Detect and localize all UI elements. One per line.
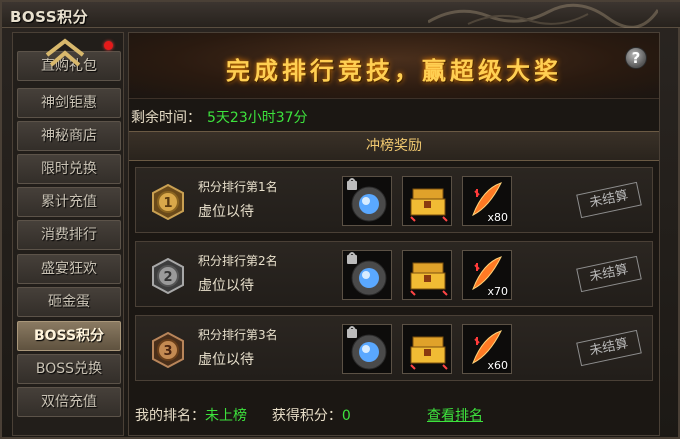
reward-section-header: 冲榜奖励: [129, 131, 659, 161]
reward-slot-feather[interactable]: x60: [462, 324, 512, 374]
sidebar: 直购礼包 神剑钜惠 神秘商店 限时兑换 累计充值 消费排行 盛宴狂欢 砸金蛋 B…: [12, 32, 124, 436]
medal-number: 2: [163, 270, 172, 285]
window-title: BOSS积分: [10, 8, 89, 26]
unsettled-stamp: 未结算: [576, 255, 642, 293]
sidebar-item-feast-carnival[interactable]: 盛宴狂欢: [17, 254, 121, 284]
sidebar-item-mystery-shop[interactable]: 神秘商店: [17, 121, 121, 151]
sidebar-item-label: 消费排行: [41, 227, 97, 243]
gold-medal-icon: 1: [152, 184, 184, 220]
main-panel: 完成排行竞技，赢超级大奖 ? 剩余时间： 5天23小时37分 冲榜奖励 1 积分排…: [128, 32, 660, 436]
my-rank-value: 未上榜: [205, 408, 247, 424]
points-label: 获得积分：: [271, 408, 342, 424]
reward-slot-feather[interactable]: x80: [462, 176, 512, 226]
reward-quantity: x80: [487, 211, 508, 224]
sidebar-item-label: 盛宴狂欢: [41, 261, 97, 277]
medal-number: 3: [163, 344, 172, 359]
locked-blue-orb-icon: [347, 178, 387, 222]
reward-slot-chest[interactable]: [402, 250, 452, 300]
sidebar-item-double-recharge[interactable]: 双倍充值: [17, 387, 121, 417]
gold-chest-icon: [410, 188, 448, 222]
sidebar-item-label: 神秘商店: [41, 128, 97, 144]
medal-number: 1: [163, 196, 172, 211]
rank-label: 积分排行第2名: [198, 254, 278, 268]
rank-label: 积分排行第3名: [198, 328, 278, 342]
view-rank-link[interactable]: 查看排名: [427, 405, 483, 425]
unsettled-stamp: 未结算: [576, 181, 642, 219]
sidebar-item-label: BOSS兑换: [35, 361, 103, 377]
sidebar-item-label: BOSS积分: [33, 328, 105, 344]
rank-player-name: 虚位以待: [198, 204, 254, 220]
rank-row-2: 2 积分排行第2名 虚位以待 x70 未结算: [135, 241, 653, 307]
banner: 完成排行竞技，赢超级大奖 ?: [129, 33, 659, 99]
sidebar-item-label: 限时兑换: [41, 161, 97, 177]
rank-row-3: 3 积分排行第3名 虚位以待 x60 未结算: [135, 315, 653, 381]
reward-slot-chest[interactable]: [402, 176, 452, 226]
sidebar-item-cumulative-recharge[interactable]: 累计充值: [17, 187, 121, 217]
reward-slot-feather[interactable]: x70: [462, 250, 512, 300]
rank-player-name: 虚位以待: [198, 352, 254, 368]
silver-medal-icon: 2: [152, 258, 184, 294]
reward-slot-orb[interactable]: [342, 176, 392, 226]
reward-slot-orb[interactable]: [342, 324, 392, 374]
rank-up-chevron-icon: [45, 38, 85, 67]
bronze-medal-icon: 3: [152, 332, 184, 368]
reward-slot-orb[interactable]: [342, 250, 392, 300]
gold-chest-icon: [410, 336, 448, 370]
unsettled-stamp: 未结算: [576, 329, 642, 367]
sidebar-item-label: 累计充值: [41, 194, 97, 210]
my-rank-label: 我的排名：: [135, 408, 205, 424]
rank-player-name: 虚位以待: [198, 278, 254, 294]
locked-blue-orb-icon: [347, 252, 387, 296]
footer-bar: 我的排名：未上榜 获得积分：0 查看排名: [135, 405, 655, 429]
help-icon[interactable]: ?: [625, 47, 647, 69]
sidebar-item-limited-exchange[interactable]: 限时兑换: [17, 154, 121, 184]
locked-blue-orb-icon: [347, 326, 387, 370]
remaining-time: 剩余时间： 5天23小时37分: [131, 107, 308, 127]
points-value: 0: [341, 408, 351, 424]
notification-dot: [104, 41, 113, 50]
title-bar[interactable]: BOSS积分: [2, 2, 680, 28]
reward-quantity: x60: [487, 359, 508, 372]
sidebar-item-boss-points[interactable]: BOSS积分: [17, 321, 121, 351]
remaining-time-value: 5天23小时37分: [207, 110, 308, 126]
sidebar-item-spending-rank[interactable]: 消费排行: [17, 220, 121, 250]
remaining-time-label: 剩余时间：: [131, 110, 201, 126]
sidebar-item-boss-exchange[interactable]: BOSS兑换: [17, 354, 121, 384]
sidebar-item-label: 双倍充值: [41, 394, 97, 410]
banner-title: 完成排行竞技，赢超级大奖: [226, 56, 562, 85]
gold-chest-icon: [410, 262, 448, 296]
rank-label: 积分排行第1名: [198, 180, 278, 194]
sidebar-item-label: 砸金蛋: [48, 294, 90, 310]
sidebar-item-golden-egg[interactable]: 砸金蛋: [17, 287, 121, 317]
reward-quantity: x70: [487, 285, 508, 298]
boss-points-window: BOSS积分 直购礼包 神剑钜惠 神秘商店 限时兑换 累计充值 消费排行 盛宴狂…: [0, 0, 680, 439]
sidebar-item-sword-deal[interactable]: 神剑钜惠: [17, 88, 121, 118]
sidebar-item-label: 神剑钜惠: [41, 95, 97, 111]
reward-slot-chest[interactable]: [402, 324, 452, 374]
rank-row-1: 1 积分排行第1名 虚位以待 x80 未结算: [135, 167, 653, 233]
dragon-ornament-icon: [428, 3, 658, 28]
